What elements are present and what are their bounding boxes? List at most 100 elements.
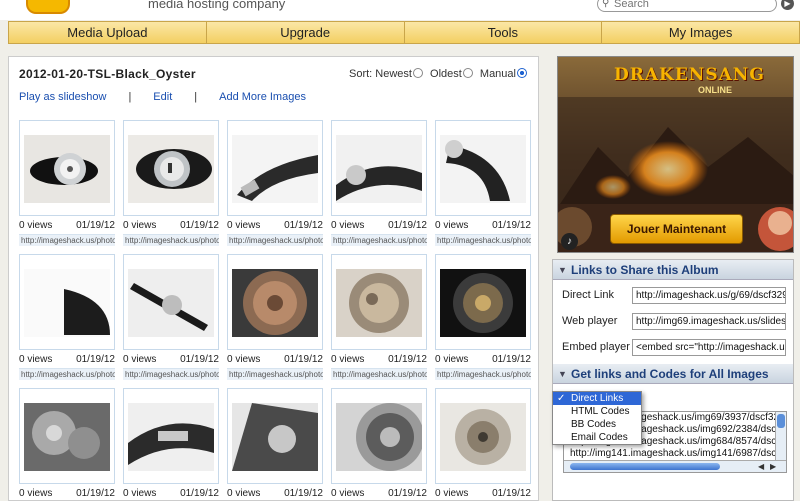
image-tile[interactable]: 0 views01/19/12http://imageshack.us/phot… [331, 388, 427, 501]
image-tile[interactable]: 0 views01/19/12http://imageshack.us/phot… [331, 254, 427, 380]
horizontal-scrollbar[interactable]: ◀ ▶ [564, 460, 786, 472]
view-count: 0 views [19, 354, 53, 365]
thumbnail-image[interactable] [24, 135, 110, 203]
image-tile[interactable]: 0 views01/19/12http://imageshack.us/phot… [227, 254, 323, 380]
speaker-icon[interactable]: ♪ [561, 233, 578, 250]
scroll-right-icon[interactable]: ▶ [770, 461, 776, 472]
thumbnail-frame[interactable] [227, 388, 323, 484]
image-url-field[interactable]: http://imageshack.us/photo/ [331, 368, 427, 380]
image-url-field[interactable]: http://imageshack.us/photo/ [435, 368, 531, 380]
image-url-field[interactable]: http://imageshack.us/photo/ [123, 234, 219, 246]
share-panel: ▼ Links to Share this Album Direct Link … [552, 259, 794, 501]
sort-label: Sort: [349, 68, 373, 80]
thumbnail-frame[interactable] [123, 254, 219, 350]
vertical-scrollbar[interactable] [775, 412, 786, 460]
image-tile[interactable]: 0 views01/19/12http://imageshack.us/phot… [227, 120, 323, 246]
upload-date: 01/19/12 [492, 488, 531, 499]
thumbnail-image[interactable] [336, 135, 422, 203]
image-url-field[interactable]: http://imageshack.us/photo/ [227, 234, 323, 246]
album-links-header[interactable]: ▼ Links to Share this Album [553, 260, 793, 280]
thumbnail-image[interactable] [128, 269, 214, 337]
sort-oldest-radio[interactable] [462, 68, 473, 78]
image-tile[interactable]: 0 views01/19/12http://imageshack.us/phot… [227, 388, 323, 501]
thumbnail-image[interactable] [440, 135, 526, 203]
scroll-thumb[interactable] [777, 414, 785, 428]
checkmark-icon: ✓ [557, 393, 566, 404]
ad-play-now-button[interactable]: Jouer Maintenant [610, 214, 743, 244]
dropdown-option-bb-codes[interactable]: BB Codes [553, 418, 641, 431]
thumbnail-image[interactable] [440, 403, 526, 471]
thumbnail-frame[interactable] [19, 120, 115, 216]
search-box[interactable]: ⚲ [597, 0, 777, 12]
view-count: 0 views [331, 220, 365, 231]
thumbnail-frame[interactable] [123, 388, 219, 484]
image-url-field[interactable]: http://imageshack.us/photo/ [227, 368, 323, 380]
code-type-dropdown[interactable]: ✓ Direct Links HTML Codes BB Codes Email … [552, 391, 642, 445]
scroll-thumb[interactable] [570, 463, 720, 470]
advertisement-banner[interactable]: DRAKENSANG ONLINE Jouer Maintenant ♪ [557, 56, 794, 253]
thumbnail-image[interactable] [336, 403, 422, 471]
image-tile[interactable]: 0 views01/19/12http://imageshack.us/phot… [435, 120, 531, 246]
image-url-field[interactable]: http://imageshack.us/photo/ [123, 368, 219, 380]
add-more-images-link[interactable]: Add More Images [219, 91, 306, 103]
thumbnail-image[interactable] [336, 269, 422, 337]
tab-tools[interactable]: Tools [404, 22, 603, 43]
thumbnail-image[interactable] [24, 403, 110, 471]
thumbnail-frame[interactable] [227, 254, 323, 350]
tab-media-upload[interactable]: Media Upload [9, 22, 207, 43]
sort-manual-radio[interactable] [516, 68, 527, 78]
dropdown-option-html-codes[interactable]: HTML Codes [553, 405, 641, 418]
dropdown-option-email-codes[interactable]: Email Codes [553, 431, 641, 444]
thumbnail-image[interactable] [128, 403, 214, 471]
upload-date: 01/19/12 [284, 488, 323, 499]
thumbnail-image[interactable] [24, 269, 110, 337]
site-tagline: media hosting company [148, 0, 286, 11]
scroll-left-icon[interactable]: ◀ [758, 461, 764, 472]
thumbnail-image[interactable] [232, 403, 318, 471]
play-slideshow-link[interactable]: Play as slideshow [19, 91, 106, 103]
thumbnail-frame[interactable] [435, 120, 531, 216]
thumbnail-image[interactable] [232, 269, 318, 337]
album-links-heading: Links to Share this Album [571, 263, 719, 277]
tab-upgrade[interactable]: Upgrade [206, 22, 405, 43]
image-tile[interactable]: 0 views01/19/12http://imageshack.us/phot… [19, 388, 115, 501]
sort-newest-radio[interactable] [412, 68, 423, 78]
upload-date: 01/19/12 [284, 220, 323, 231]
view-count: 0 views [435, 488, 469, 499]
thumbnail-image[interactable] [440, 269, 526, 337]
thumbnail-image[interactable] [232, 135, 318, 203]
image-tile[interactable]: 0 views01/19/12http://imageshack.us/phot… [123, 120, 219, 246]
web-player-field[interactable]: http://img69.imageshack.us/slideshow [632, 313, 786, 330]
dropdown-option-direct-links[interactable]: ✓ Direct Links [553, 392, 641, 405]
view-count: 0 views [227, 354, 261, 365]
image-url-field[interactable]: http://imageshack.us/photo/ [331, 234, 427, 246]
thumbnail-frame[interactable] [19, 388, 115, 484]
image-tile[interactable]: 0 views01/19/12http://imageshack.us/phot… [19, 254, 115, 380]
image-tile[interactable]: 0 views01/19/12http://imageshack.us/phot… [123, 388, 219, 501]
thumbnail-frame[interactable] [331, 254, 427, 350]
thumbnail-frame[interactable] [227, 120, 323, 216]
thumbnail-frame[interactable] [331, 388, 427, 484]
thumbnail-frame[interactable] [331, 120, 427, 216]
codes-header[interactable]: ▼ Get links and Codes for All Images [553, 364, 793, 384]
embed-player-field[interactable]: <embed src="http://imageshack.us/ [632, 339, 786, 356]
image-tile[interactable]: 0 views01/19/12http://imageshack.us/phot… [435, 388, 531, 501]
edit-link[interactable]: Edit [153, 91, 172, 103]
thumbnail-frame[interactable] [435, 254, 531, 350]
thumbnail-frame[interactable] [435, 388, 531, 484]
direct-link-field[interactable]: http://imageshack.us/g/69/dscf3291 [632, 287, 786, 304]
search-go-icon[interactable]: ▶ [781, 0, 794, 10]
thumbnail-frame[interactable] [123, 120, 219, 216]
image-tile[interactable]: 0 views01/19/12http://imageshack.us/phot… [123, 254, 219, 380]
image-tile[interactable]: 0 views01/19/12http://imageshack.us/phot… [435, 254, 531, 380]
image-tile[interactable]: 0 views01/19/12http://imageshack.us/phot… [331, 120, 427, 246]
image-tile[interactable]: 0 views01/19/12http://imageshack.us/phot… [19, 120, 115, 246]
image-url-field[interactable]: http://imageshack.us/photo/ [435, 234, 531, 246]
site-logo[interactable] [26, 0, 70, 14]
image-url-field[interactable]: http://imageshack.us/photo/ [19, 368, 115, 380]
thumbnail-frame[interactable] [19, 254, 115, 350]
image-url-field[interactable]: http://imageshack.us/photo/ [19, 234, 115, 246]
thumbnail-image[interactable] [128, 135, 214, 203]
tab-my-images[interactable]: My Images [602, 22, 799, 43]
search-input[interactable] [614, 0, 772, 11]
